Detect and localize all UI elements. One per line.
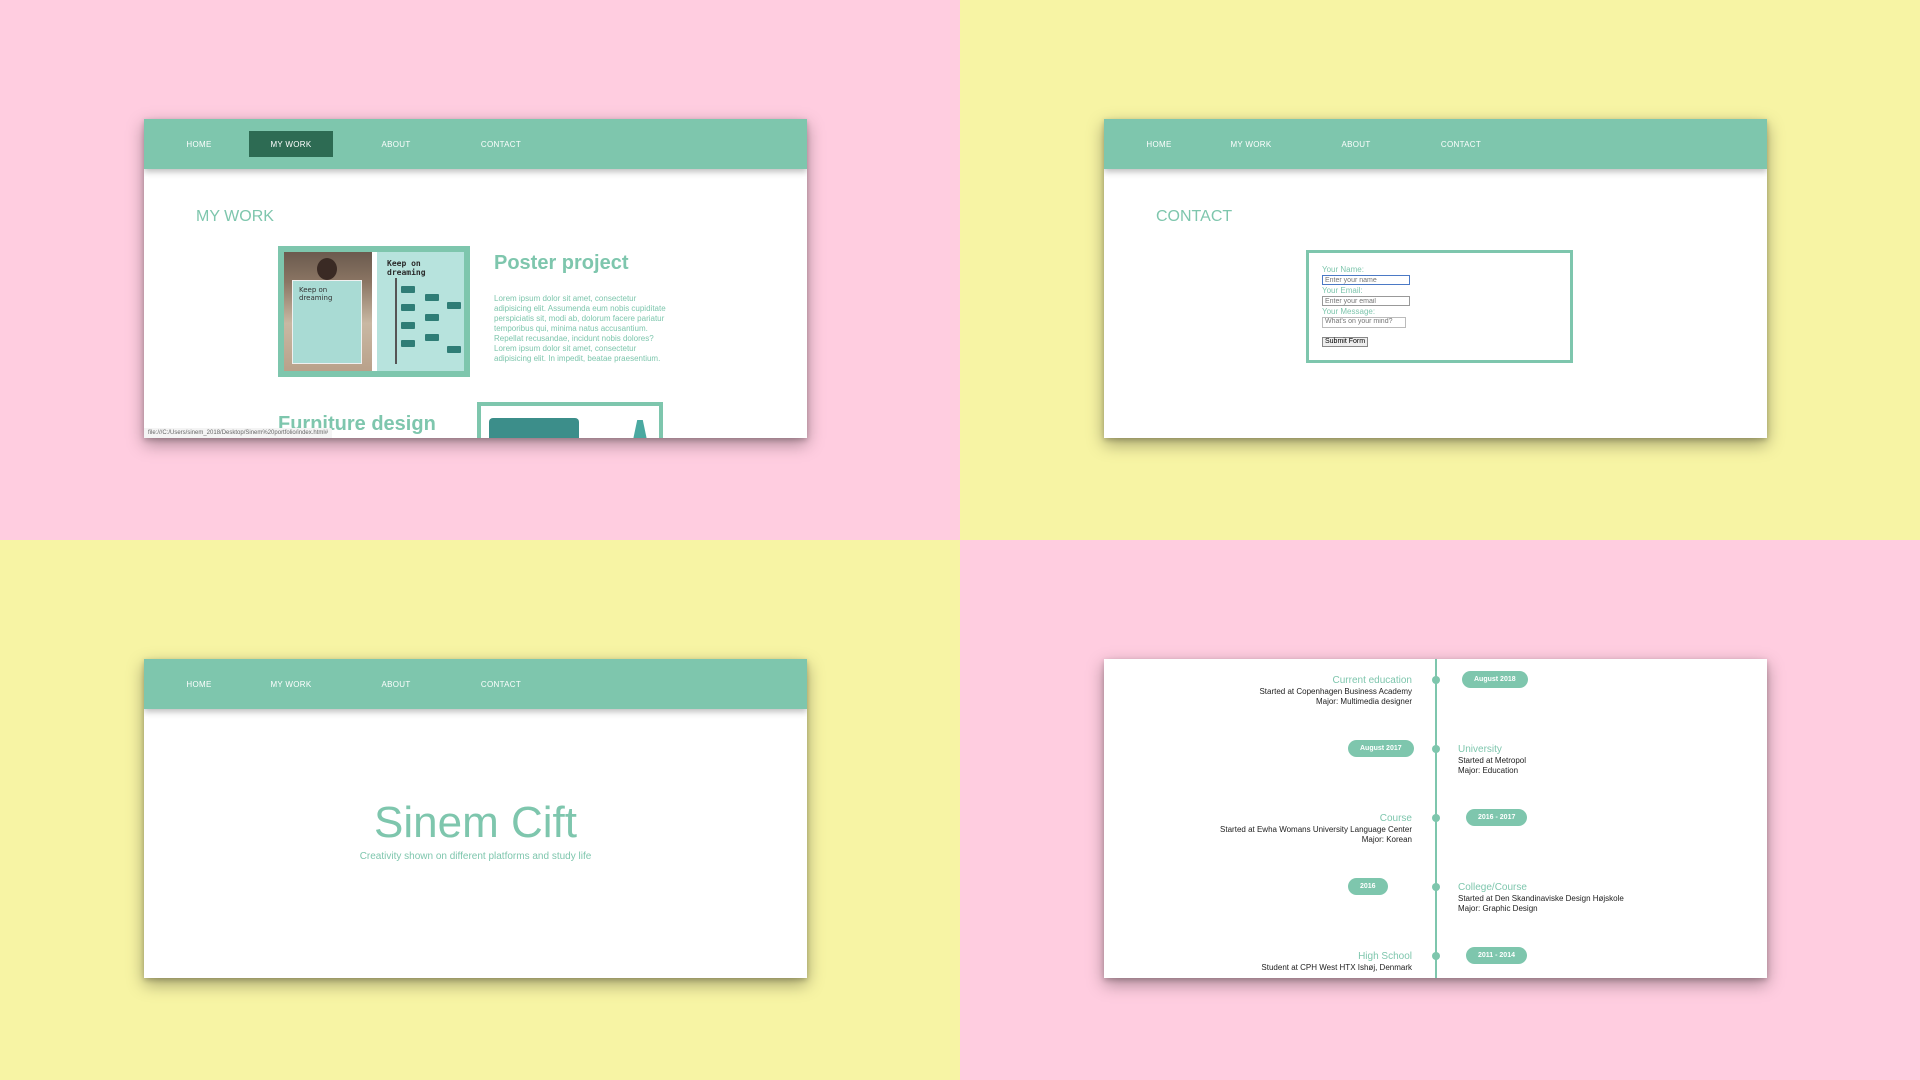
nav-contact[interactable]: CONTACT [1419, 131, 1503, 157]
timeline-detail: Major: Education [1458, 766, 1519, 775]
chair-icon [401, 322, 415, 329]
poster-title: Poster project [494, 252, 629, 274]
timeline-entry: University Started at Metropol Major: Ed… [1458, 743, 1526, 776]
chair-icon [401, 304, 415, 311]
nav-my-work[interactable]: MY WORK [249, 131, 333, 157]
poster-axis [395, 278, 397, 364]
email-label: Your Email: [1322, 286, 1363, 295]
sofa-icon [489, 418, 579, 438]
poster-photo: Keep on dreaming [284, 252, 372, 371]
email-field[interactable] [1322, 296, 1410, 306]
nav-home[interactable]: HOME [1129, 131, 1189, 157]
timeline-entry: College/Course Started at Den Skandinavi… [1458, 881, 1624, 914]
timeline-detail: Started at Metropol [1458, 756, 1527, 765]
chair-icon [425, 294, 439, 301]
timeline-date-badge: August 2018 [1462, 671, 1528, 688]
chair-icon [425, 334, 439, 341]
timeline-detail: Started at Ewha Womans University Langua… [1220, 825, 1412, 834]
nav-about[interactable]: ABOUT [353, 671, 439, 697]
nav-my-work[interactable]: MY WORK [249, 671, 333, 697]
timeline-detail: Major: Korean [1361, 835, 1412, 844]
hero-name: Sinem Cift [374, 798, 577, 847]
timeline-dot [1432, 676, 1440, 684]
chair-icon [447, 346, 461, 353]
timeline-dot [1432, 952, 1440, 960]
held-poster-title: Keep on dreaming [299, 286, 333, 302]
timeline-heading: High School [1358, 951, 1412, 962]
name-label: Your Name: [1322, 265, 1364, 274]
timeline-detail: Major: Graphic Design [1458, 904, 1538, 913]
chair-icon [401, 286, 415, 293]
name-field[interactable] [1322, 275, 1410, 285]
message-label: Your Message: [1322, 307, 1376, 316]
nav-home[interactable]: HOME [169, 131, 229, 157]
timeline-detail: Started at Copenhagen Business Academy [1259, 687, 1412, 696]
my-work-window: HOME MY WORK ABOUT CONTACT MY WORK Keep … [144, 119, 807, 438]
timeline-heading: College/Course [1458, 882, 1527, 893]
home-window: HOME MY WORK ABOUT CONTACT Sinem Cift Cr… [144, 659, 807, 978]
hero-tagline: Creativity shown on different platforms … [359, 851, 592, 862]
nav-my-work[interactable]: MY WORK [1209, 131, 1293, 157]
timeline-window: Current education Started at Copenhagen … [1104, 659, 1767, 978]
timeline-detail: Student at CPH West HTX Ishøj, Denmark [1261, 963, 1412, 972]
poster-art-title: Keep on dreaming [387, 259, 426, 277]
quadrant-contact: HOME MY WORK ABOUT CONTACT CONTACT Your … [960, 0, 1920, 540]
page-title: CONTACT [1156, 208, 1233, 225]
chair-icon [425, 314, 439, 321]
timeline-heading: University [1458, 744, 1502, 755]
poster-art: Keep on dreaming [377, 252, 464, 371]
navbar: HOME MY WORK ABOUT CONTACT [144, 119, 807, 169]
quadrant-timeline: Current education Started at Copenhagen … [960, 540, 1920, 1080]
nav-contact[interactable]: CONTACT [459, 131, 543, 157]
chair-icon [447, 302, 461, 309]
nav-home[interactable]: HOME [169, 671, 229, 697]
lamp-icon [633, 420, 647, 438]
nav-about[interactable]: ABOUT [353, 131, 439, 157]
contact-window: HOME MY WORK ABOUT CONTACT CONTACT Your … [1104, 119, 1767, 438]
timeline-date-badge: 2016 - 2017 [1466, 809, 1528, 826]
contact-form: Your Name: Your Email: Your Message: Sub… [1306, 250, 1573, 363]
furniture-image[interactable] [477, 402, 663, 438]
navbar: HOME MY WORK ABOUT CONTACT [1104, 119, 1767, 169]
timeline-heading: Current education [1332, 675, 1413, 686]
timeline-dot [1432, 745, 1440, 753]
nav-contact[interactable]: CONTACT [459, 671, 543, 697]
navbar: HOME MY WORK ABOUT CONTACT [144, 659, 807, 709]
message-field[interactable] [1322, 317, 1406, 328]
timeline-dot [1432, 883, 1440, 891]
timeline-heading: Course [1379, 813, 1412, 824]
timeline-detail: Major: Multimedia designer [1315, 697, 1412, 706]
timeline-detail: Started at Den Skandinaviske Design Højs… [1458, 894, 1624, 903]
timeline-dot [1432, 814, 1440, 822]
chair-icon [401, 340, 415, 347]
submit-button[interactable]: Submit Form [1322, 336, 1369, 347]
status-bar-url: file:///C:/Users/sinem_2018/Desktop/Sine… [144, 428, 333, 438]
person-head [317, 258, 337, 280]
timeline-date-badge: 2011 - 2014 [1466, 947, 1527, 964]
nav-about[interactable]: ABOUT [1313, 131, 1399, 157]
poster-image[interactable]: Keep on dreaming Keep on dreaming [278, 246, 470, 377]
page-title: MY WORK [196, 208, 274, 225]
held-poster: Keep on dreaming [292, 280, 362, 364]
quadrant-home: HOME MY WORK ABOUT CONTACT Sinem Cift Cr… [0, 540, 960, 1080]
timeline-entry: High School Student at CPH West HTX Ishø… [1261, 950, 1412, 973]
timeline-date-badge: 2016 [1348, 878, 1388, 895]
timeline-entry: Current education Started at Copenhagen … [1259, 674, 1412, 707]
poster-description: Lorem ipsum dolor sit amet, consectetur … [494, 294, 666, 363]
timeline-date-badge: August 2017 [1348, 740, 1414, 757]
quadrant-my-work: HOME MY WORK ABOUT CONTACT MY WORK Keep … [0, 0, 960, 540]
timeline-entry: Course Started at Ewha Womans University… [1220, 812, 1412, 845]
